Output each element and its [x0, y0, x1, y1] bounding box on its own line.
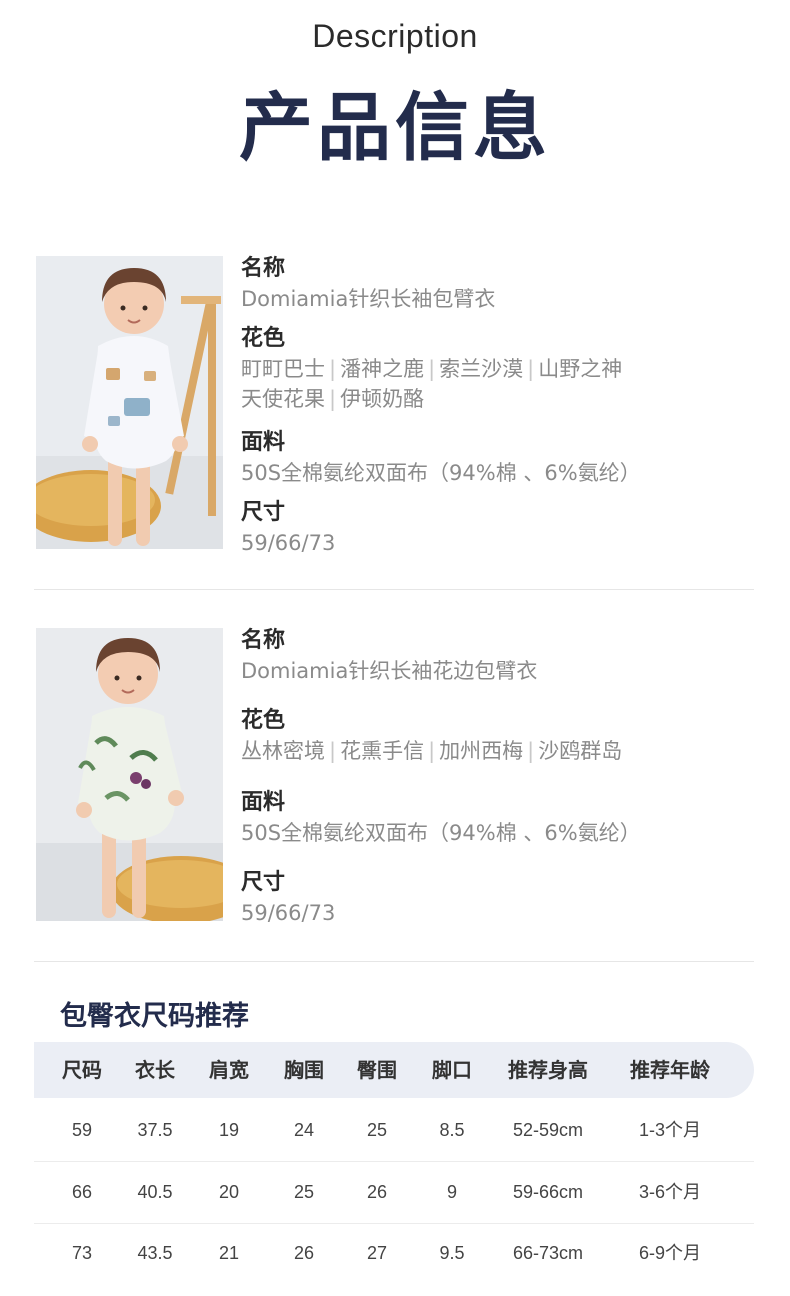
- color-label: 花色: [241, 326, 286, 351]
- color-option: 花熏手信: [340, 739, 425, 763]
- table-cell: 27: [366, 1243, 388, 1263]
- table-cell: 26: [366, 1182, 388, 1202]
- color-option: 索兰沙漠: [439, 357, 524, 381]
- fabric-label: 面料: [241, 430, 286, 455]
- product-card-1: 名称 Domiamia针织长袖包臂衣 花色 町町巴士 | 潘神之鹿 | 索兰沙漠 | 山野之…: [36, 256, 754, 555]
- color-label: 花色: [241, 708, 286, 733]
- product-info-2: 名称 Domiamia针织长袖花边包臂衣 花色 丛林密境 | 花熏手信 | 加州西梅 | 沙…: [241, 628, 751, 928]
- product-name: Domiamia针织长袖花边包臂衣: [241, 659, 538, 683]
- color-option: 丛林密境: [241, 739, 325, 763]
- column-header: 尺码: [62, 1058, 102, 1082]
- table-row: 66 40.5 20 25 26 9 59-66cm 3-6个月: [34, 1161, 754, 1223]
- size-chart-title: 包臀衣尺码推荐: [60, 1001, 249, 1032]
- column-header: 推荐年龄: [630, 1058, 710, 1082]
- table-cell: 52-59cm: [512, 1120, 584, 1140]
- size-value: 59/66/73: [241, 901, 336, 925]
- name-label: 名称: [241, 628, 286, 653]
- color-option: 天使花果: [241, 387, 325, 411]
- color-options-line-1: 丛林密境 | 花熏手信 | 加州西梅 | 沙鸥群岛: [241, 739, 623, 763]
- product-info-heading: 产品信息: [239, 85, 551, 171]
- size-label: 尺寸: [241, 870, 286, 895]
- table-cell: 59-66cm: [512, 1182, 584, 1202]
- product-name: Domiamia针织长袖包臂衣: [241, 287, 496, 311]
- table-cell: 9.5: [439, 1243, 465, 1263]
- table-cell: 25: [366, 1120, 388, 1140]
- color-option: 伊顿奶酪: [340, 387, 425, 411]
- color-option: 山野之神: [538, 357, 623, 381]
- color-option: 潘神之鹿: [340, 357, 425, 381]
- color-option: 町町巴士: [241, 357, 325, 381]
- size-table-header: 尺码 衣长 肩宽 胸围 臀围 脚口 推荐身高 推荐年龄: [34, 1042, 754, 1098]
- table-cell: 1-3个月: [638, 1120, 702, 1140]
- table-cell: 19: [218, 1120, 240, 1140]
- table-cell: 24: [293, 1120, 315, 1140]
- column-header: 肩宽: [209, 1058, 249, 1082]
- column-header: 臀围: [357, 1058, 397, 1082]
- table-cell: 66: [71, 1182, 93, 1202]
- table-cell: 43.5: [137, 1243, 173, 1263]
- column-header: 推荐身高: [508, 1058, 588, 1082]
- table-cell: 9: [446, 1182, 458, 1202]
- fabric-value: 50S全棉氨纶双面布（94%棉 、6%氨纶）: [241, 461, 641, 485]
- table-row: 59 37.5 19 24 25 8.5 52-59cm 1-3个月: [34, 1099, 754, 1161]
- column-header: 脚口: [432, 1058, 472, 1082]
- color-options-line-2: 天使花果 | 伊顿奶酪: [241, 387, 425, 411]
- table-cell: 37.5: [137, 1120, 173, 1140]
- table-cell: 66-73cm: [512, 1243, 584, 1263]
- column-header: 胸围: [284, 1058, 324, 1082]
- color-option: 沙鸥群岛: [538, 739, 623, 763]
- fabric-label: 面料: [241, 790, 286, 815]
- table-cell: 26: [293, 1243, 315, 1263]
- table-cell: 59: [71, 1120, 93, 1140]
- product-card-2: 名称 Domiamia针织长袖花边包臂衣 花色 丛林密境 | 花熏手信 | 加州西梅 | 沙…: [36, 628, 754, 925]
- product-info-1: 名称 Domiamia针织长袖包臂衣 花色 町町巴士 | 潘神之鹿 | 索兰沙漠 | 山野之…: [241, 256, 751, 558]
- color-option: 加州西梅: [439, 739, 524, 763]
- size-value: 59/66/73: [241, 531, 336, 555]
- name-label: 名称: [241, 256, 286, 281]
- color-options-line-1: 町町巴士 | 潘神之鹿 | 索兰沙漠 | 山野之神: [241, 357, 623, 381]
- table-cell: 40.5: [137, 1182, 173, 1202]
- table-cell: 8.5: [439, 1120, 465, 1140]
- table-cell: 25: [293, 1182, 315, 1202]
- fabric-value: 50S全棉氨纶双面布（94%棉 、6%氨纶）: [241, 821, 641, 845]
- table-cell: 6-9个月: [638, 1243, 702, 1263]
- product-photo-2: [36, 628, 223, 921]
- table-cell: 73: [71, 1243, 93, 1263]
- product-photo-1: [36, 256, 223, 549]
- divider: [34, 589, 754, 590]
- table-cell: 20: [218, 1182, 240, 1202]
- column-header: 衣长: [135, 1058, 175, 1082]
- divider: [34, 961, 754, 962]
- table-cell: 3-6个月: [638, 1182, 702, 1202]
- description-heading: Description: [312, 18, 478, 54]
- table-row: 73 43.5 21 26 27 9.5 66-73cm 6-9个月: [34, 1222, 754, 1284]
- size-label: 尺寸: [241, 500, 286, 525]
- table-cell: 21: [218, 1243, 240, 1263]
